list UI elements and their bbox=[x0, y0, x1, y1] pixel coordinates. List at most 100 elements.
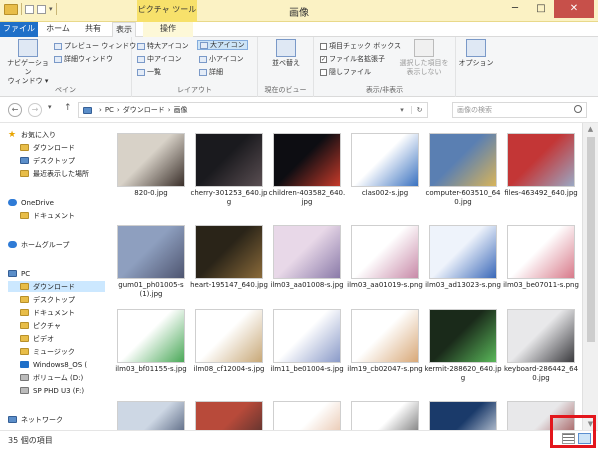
options-button[interactable]: オプション bbox=[456, 39, 496, 68]
nav-downloads[interactable]: ダウンロード bbox=[20, 142, 75, 153]
downloads-folder-icon bbox=[20, 283, 29, 290]
file-item[interactable] bbox=[268, 401, 346, 430]
file-item[interactable]: children-403582_640.jpg bbox=[268, 133, 346, 207]
file-item[interactable]: ilm11_be01004-s.jpg bbox=[268, 309, 346, 374]
tab-share[interactable]: 共有 bbox=[78, 22, 108, 37]
file-item[interactable]: keyboard-286442_640.jpg bbox=[502, 309, 580, 383]
context-tab-title: ピクチャ ツール bbox=[137, 0, 197, 22]
file-item[interactable]: gum01_ph01005-s (1).jpg bbox=[112, 225, 190, 299]
navigation-pane-button[interactable]: ナビゲーション ウィンドウ ▾ bbox=[4, 39, 52, 86]
show-hide-group: 項目チェック ボックス ✓ ファイル名拡張子 隠しファイル 選択した項目を 表示… bbox=[314, 37, 456, 97]
file-item[interactable]: computer-603510_640.jpg bbox=[424, 133, 502, 207]
nav-drive-f[interactable]: SP PHD U3 (F:) bbox=[20, 385, 84, 396]
file-item[interactable]: ilm03_ad13023-s.png bbox=[424, 225, 502, 290]
address-bar[interactable]: › PC › ダウンロード › 画像 ▾ ↻ bbox=[78, 102, 428, 118]
tab-file[interactable]: ファイル bbox=[0, 22, 38, 37]
file-name: 820-0.jpg bbox=[134, 189, 168, 197]
tab-manage[interactable]: 操作 bbox=[143, 22, 193, 37]
file-item[interactable]: ilm03_bf01155-s.jpg bbox=[112, 309, 190, 374]
sort-by-button[interactable]: 並べ替え bbox=[262, 39, 310, 68]
preview-pane-button[interactable]: プレビュー ウィンドウ bbox=[54, 41, 136, 51]
ribbon-tabs: ファイル ホーム 共有 表示 操作 bbox=[0, 22, 598, 37]
nav-drive-d[interactable]: ボリューム (D:) bbox=[20, 372, 83, 383]
file-item[interactable]: cherry-301253_640.jpg bbox=[190, 133, 268, 207]
hide-selected-button[interactable]: 選択した項目を 表示しない bbox=[396, 39, 452, 77]
file-name: children-403582_640.jpg bbox=[268, 189, 346, 206]
back-button[interactable]: ← bbox=[8, 103, 22, 117]
customize-qat-icon[interactable]: ▾ bbox=[49, 5, 53, 13]
extra-large-icons-button[interactable]: 特大アイコン bbox=[137, 41, 189, 51]
list-view-button[interactable]: 一覧 bbox=[137, 67, 161, 77]
search-input[interactable]: 画像の検索 bbox=[452, 102, 587, 118]
nav-pc-documents[interactable]: ドキュメント bbox=[20, 307, 75, 318]
up-button[interactable]: ↑ bbox=[64, 103, 72, 113]
large-icons-button[interactable]: 大アイコン bbox=[197, 40, 248, 50]
nav-pc-downloads[interactable]: ダウンロード bbox=[8, 281, 105, 292]
nav-network[interactable]: ネットワーク bbox=[8, 414, 63, 425]
image-thumbnail bbox=[273, 133, 341, 187]
scroll-up-icon[interactable]: ▲ bbox=[583, 125, 598, 133]
nav-videos[interactable]: ビデオ bbox=[20, 333, 54, 344]
nav-music[interactable]: ミュージック bbox=[20, 346, 75, 357]
vertical-scrollbar[interactable]: ▲ ▼ bbox=[582, 123, 598, 430]
image-thumbnail bbox=[507, 225, 575, 279]
details-view-button[interactable]: 詳細 bbox=[199, 67, 223, 77]
file-item[interactable]: files-463492_640.jpg bbox=[502, 133, 580, 198]
file-item[interactable]: heart-195147_640.jpg bbox=[190, 225, 268, 290]
breadcrumb-images[interactable]: 画像 bbox=[174, 105, 188, 115]
file-item[interactable]: kermit-288620_640.jpg bbox=[424, 309, 502, 383]
image-thumbnail bbox=[429, 133, 497, 187]
file-list: 820-0.jpg cherry-301253_640.jpg children-4… bbox=[112, 133, 582, 430]
pane-group-label: ペイン bbox=[55, 86, 76, 94]
minimize-button[interactable]: ─ bbox=[502, 0, 528, 18]
nav-pc[interactable]: PC bbox=[8, 268, 30, 279]
item-checkboxes-toggle[interactable]: 項目チェック ボックス bbox=[320, 41, 401, 51]
new-folder-icon[interactable] bbox=[37, 4, 46, 14]
file-item[interactable]: ilm19_cb02047-s.png bbox=[346, 309, 424, 374]
refresh-button[interactable]: ↻ bbox=[411, 106, 427, 114]
maximize-button[interactable]: □ bbox=[528, 0, 554, 18]
breadcrumb-downloads[interactable]: ダウンロード bbox=[123, 105, 165, 115]
checkbox-unchecked-icon bbox=[320, 42, 327, 50]
file-item[interactable]: ilm03_be07011-s.png bbox=[502, 225, 580, 290]
preview-pane-icon bbox=[54, 42, 62, 50]
onedrive-cloud-icon bbox=[8, 199, 17, 206]
nav-homegroup[interactable]: ホームグループ bbox=[8, 239, 69, 250]
file-item[interactable]: ilm03_aa01008-s.jpg bbox=[268, 225, 346, 290]
scrollbar-thumb[interactable] bbox=[587, 137, 595, 342]
recent-locations-button[interactable]: ▾ bbox=[48, 103, 52, 111]
file-item[interactable]: ilm03_aa01019-s.png bbox=[346, 225, 424, 290]
details-pane-button[interactable]: 詳細ウィンドウ bbox=[54, 54, 113, 64]
file-item[interactable] bbox=[424, 401, 502, 430]
hidden-items-toggle[interactable]: 隠しファイル bbox=[320, 67, 371, 77]
image-thumbnail bbox=[273, 401, 341, 430]
file-item[interactable]: clas002-s.jpg bbox=[346, 133, 424, 198]
navigation-pane-icon bbox=[18, 39, 38, 57]
nav-onedrive[interactable]: OneDrive bbox=[8, 197, 54, 208]
close-button[interactable]: ✕ bbox=[554, 0, 594, 18]
forward-button[interactable]: → bbox=[28, 103, 42, 117]
address-dropdown-icon[interactable]: ▾ bbox=[396, 106, 408, 114]
file-item[interactable]: 820-0.jpg bbox=[112, 133, 190, 198]
nav-favorites[interactable]: ★ お気に入り bbox=[8, 129, 56, 140]
medium-icons-button[interactable]: 中アイコン bbox=[137, 54, 182, 64]
nav-onedrive-documents[interactable]: ドキュメント bbox=[20, 210, 75, 221]
properties-icon[interactable] bbox=[25, 4, 34, 14]
nav-desktop[interactable]: デスクトップ bbox=[20, 155, 75, 166]
small-icons-button[interactable]: 小アイコン bbox=[199, 54, 244, 64]
nav-recent-places[interactable]: 最近表示した場所 bbox=[20, 168, 89, 179]
file-item[interactable] bbox=[190, 401, 268, 430]
nav-pc-desktop[interactable]: デスクトップ bbox=[20, 294, 75, 305]
image-thumbnail bbox=[117, 133, 185, 187]
file-extensions-toggle[interactable]: ✓ ファイル名拡張子 bbox=[320, 54, 385, 64]
file-item[interactable]: ilm08_cf12004-s.jpg bbox=[190, 309, 268, 374]
image-thumbnail bbox=[117, 401, 185, 430]
tab-view[interactable]: 表示 bbox=[112, 22, 136, 37]
nav-pictures[interactable]: ピクチャ bbox=[20, 320, 61, 331]
nav-drive-c[interactable]: Windows8_OS ( bbox=[20, 359, 87, 370]
breadcrumb-pc[interactable]: PC bbox=[105, 106, 114, 114]
tab-home[interactable]: ホーム bbox=[42, 22, 74, 37]
desktop-icon bbox=[20, 157, 29, 164]
file-item[interactable] bbox=[346, 401, 424, 430]
file-item[interactable] bbox=[112, 401, 190, 430]
